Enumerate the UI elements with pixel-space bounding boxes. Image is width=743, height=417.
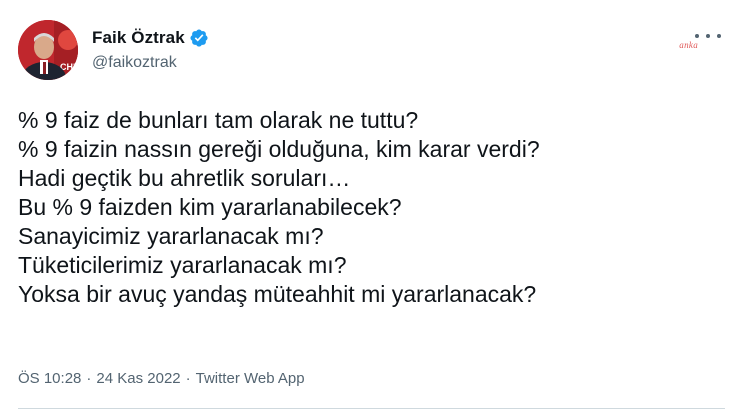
tweet-date[interactable]: 24 Kas 2022	[96, 370, 180, 387]
divider	[18, 408, 725, 409]
meta-separator: ·	[86, 370, 92, 387]
more-options-icon[interactable]	[695, 26, 721, 46]
user-info: Faik Öztrak @faikoztrak	[92, 26, 209, 72]
meta-separator: ·	[185, 370, 191, 387]
tweet-line: Bu % 9 faizden kim yararlanabilecek?	[18, 194, 402, 220]
tweet-source[interactable]: Twitter Web App	[196, 370, 305, 387]
verified-badge-icon	[189, 28, 209, 48]
name-row: Faik Öztrak	[92, 26, 209, 50]
tweet-line: % 9 faizin nassın gereği olduğuna, kim k…	[18, 136, 540, 162]
tweet-meta: ÖS 10:28 · 24 Kas 2022 · Twitter Web App	[18, 370, 305, 387]
avatar[interactable]: CHP	[18, 20, 78, 80]
more-dot	[695, 34, 699, 38]
tweet-card: CHP Faik Öztrak @faikoztrak anka % 9 fai…	[0, 0, 743, 417]
display-name[interactable]: Faik Öztrak	[92, 28, 185, 48]
tweet-line: Yoksa bir avuç yandaş müteahhit mi yarar…	[18, 281, 537, 307]
tweet-line: Hadi geçtik bu ahretlik soruları…	[18, 165, 351, 191]
tweet-line: Sanayicimiz yararlanacak mı?	[18, 223, 324, 249]
tweet-line: % 9 faiz de bunları tam olarak ne tuttu?	[18, 107, 419, 133]
more-dot	[706, 34, 710, 38]
more-dot	[717, 34, 721, 38]
tweet-text: % 9 faiz de bunları tam olarak ne tuttu?…	[18, 106, 718, 309]
user-handle[interactable]: @faikoztrak	[92, 54, 209, 72]
avatar-image: CHP	[18, 20, 78, 80]
tweet-line: Tüketicilerimiz yararlanacak mı?	[18, 252, 347, 278]
tweet-time[interactable]: ÖS 10:28	[18, 370, 81, 387]
